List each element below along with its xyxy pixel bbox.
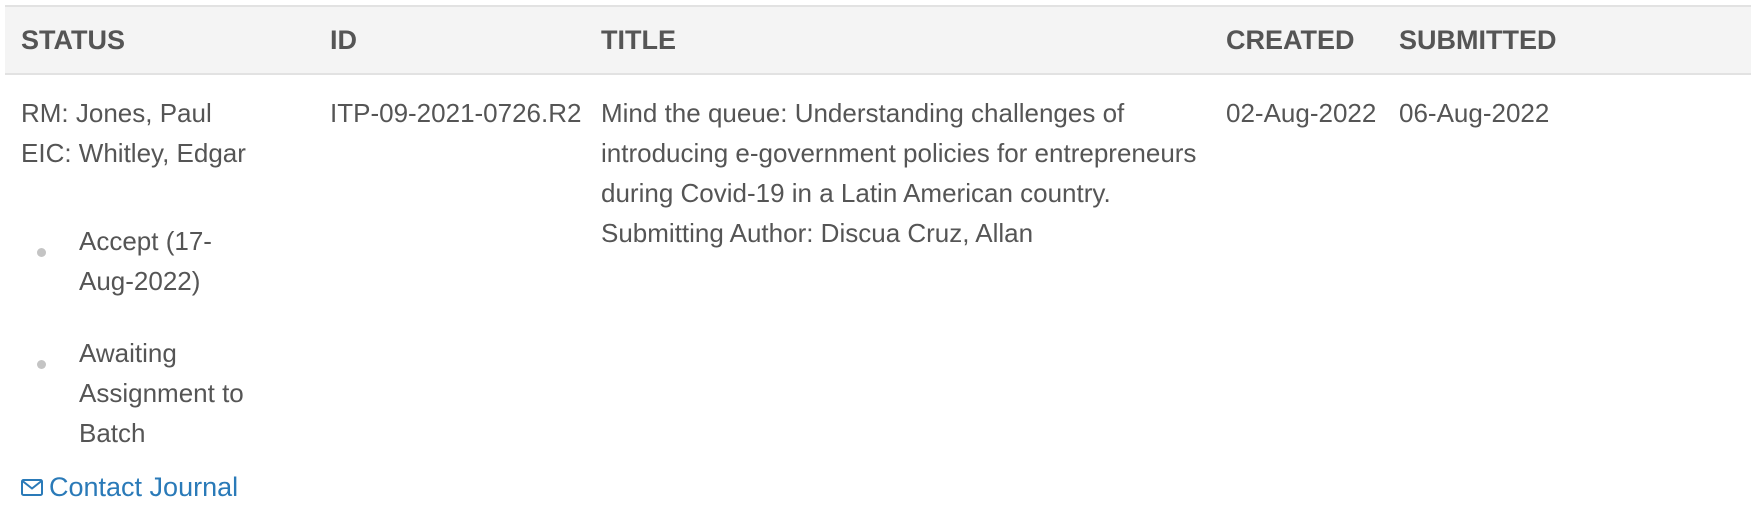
title-cell: Mind the queue: Understanding challenges… [601, 93, 1241, 253]
contact-journal-label: Contact Journal [49, 472, 239, 502]
manuscript-title-line: during Covid-19 in a Latin American coun… [601, 178, 1111, 208]
submitting-author: Submitting Author: Discua Cruz, Allan [601, 218, 1034, 248]
reviewing-manager: RM: Jones, Paul [21, 98, 212, 128]
bullet-icon [37, 248, 46, 257]
status-cell: RM: Jones, Paul EIC: Whitley, Edgar Acce… [21, 93, 311, 507]
manuscript-table: STATUS ID TITLE CREATED SUBMITTED RM: Jo… [5, 5, 1751, 527]
manuscript-id: ITP-09-2021-0726.R2 [330, 98, 582, 128]
envelope-icon [21, 478, 43, 496]
status-text: Assignment to [79, 378, 244, 408]
table-row: RM: Jones, Paul EIC: Whitley, Edgar Acce… [5, 75, 1751, 527]
table-header: STATUS ID TITLE CREATED SUBMITTED [5, 5, 1751, 75]
status-text: Awaiting [79, 338, 177, 368]
manuscript-title-line: introducing e-government policies for en… [601, 138, 1197, 168]
manuscript-title-line: Mind the queue: Understanding challenges… [601, 98, 1125, 128]
bullet-icon [37, 360, 46, 369]
list-item: Accept (17- Aug-2022) [21, 221, 269, 301]
submitted-date: 06-Aug-2022 [1399, 98, 1550, 128]
column-header-status[interactable]: STATUS [21, 7, 125, 73]
list-item: Awaiting Assignment to Batch [21, 333, 269, 453]
column-header-submitted[interactable]: SUBMITTED [1399, 7, 1557, 73]
decision-text: Accept (17- [79, 226, 212, 256]
decision-text: Aug-2022) [79, 266, 201, 296]
column-header-id[interactable]: ID [330, 7, 357, 73]
column-header-title[interactable]: TITLE [601, 7, 676, 73]
column-header-created[interactable]: CREATED [1226, 7, 1355, 73]
status-list: Accept (17- Aug-2022) Awaiting Assignmen… [21, 221, 311, 453]
status-text: Batch [79, 418, 146, 448]
editor-in-chief: EIC: Whitley, Edgar [21, 138, 246, 168]
contact-journal-link[interactable]: Contact Journal [21, 467, 238, 507]
created-date: 02-Aug-2022 [1226, 98, 1377, 128]
